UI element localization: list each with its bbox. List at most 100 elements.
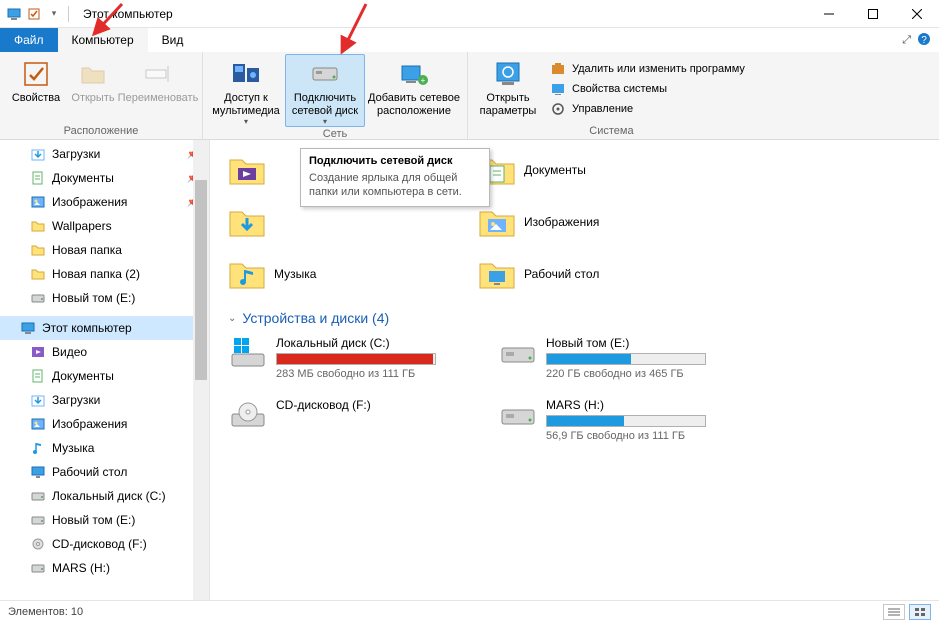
drive-item[interactable]: MARS (H:)56,9 ГБ свободно из 111 ГБ [498, 394, 738, 452]
navitem[interactable]: Рабочий стол [0, 460, 209, 484]
manage-icon [550, 101, 566, 117]
navitem[interactable]: Изображения📌 [0, 190, 209, 214]
folder-icon [30, 242, 46, 258]
picture-folder-icon [478, 203, 516, 241]
close-button[interactable] [895, 0, 939, 28]
map-network-drive-button[interactable]: Подключить сетевой диск ▾ [285, 54, 365, 127]
properties-button[interactable]: Свойства [4, 54, 68, 124]
drive-name: Локальный диск (C:) [276, 336, 466, 350]
drive-item[interactable]: Локальный диск (C:)283 МБ свободно из 11… [228, 332, 468, 390]
navitem[interactable]: Новый том (E:) [0, 286, 209, 310]
section-header-drives[interactable]: ⌄ Устройства и диски (4) [228, 306, 931, 332]
system-properties-button[interactable]: Свойства системы [544, 79, 751, 99]
navitem[interactable]: Новый том (E:) [0, 508, 209, 532]
map-drive-label: Подключить сетевой диск [287, 92, 363, 117]
navitem[interactable]: MARS (H:) [0, 556, 209, 580]
add-network-location-button[interactable]: + Добавить сетевое расположение [365, 54, 463, 127]
navitem[interactable]: Загрузки [0, 388, 209, 412]
uninstall-program-button[interactable]: Удалить или изменить программу [544, 59, 751, 79]
drive-icon [30, 290, 46, 306]
navigation-pane[interactable]: Загрузки📌Документы📌Изображения📌 Wallpaper… [0, 140, 210, 600]
library-folder[interactable]: Рабочий стол [478, 248, 708, 300]
drive-icon [30, 488, 46, 504]
navitem-label: Локальный диск (C:) [52, 489, 166, 503]
section-label: Устройства и диски (4) [242, 310, 389, 326]
ribbon: Свойства Открыть Переименовать Расположе… [0, 52, 939, 140]
navitem[interactable]: Документы [0, 364, 209, 388]
scrollbar-thumb[interactable] [195, 180, 207, 380]
navitem[interactable]: Видео [0, 340, 209, 364]
annotation-arrow-file [88, 0, 128, 45]
ribbon-collapse-icon[interactable]: ⤢ [902, 34, 911, 47]
music-icon [30, 440, 46, 456]
navitem[interactable]: Музыка [0, 436, 209, 460]
navitem-label: Wallpapers [52, 219, 112, 233]
network-location-icon: + [398, 58, 430, 90]
group-label-location: Расположение [4, 124, 198, 139]
optical-drive-icon [230, 398, 266, 434]
navitem-label: Новая папка [52, 243, 122, 257]
maximize-button[interactable] [851, 0, 895, 28]
manage-button[interactable]: Управление [544, 99, 751, 119]
tooltip-body: Создание ярлыка для общей папки или комп… [309, 171, 481, 200]
rename-label: Переименовать [118, 92, 199, 105]
folder-label: Изображения [524, 215, 599, 229]
navitem-label: MARS (H:) [52, 561, 110, 575]
navitem[interactable]: Wallpapers [0, 214, 209, 238]
system-props-icon [550, 81, 566, 97]
navitem-this-pc[interactable]: Этот компьютер [0, 316, 209, 340]
drive-icon [30, 512, 46, 528]
nav-scrollbar[interactable] [193, 140, 209, 600]
status-bar: Элементов: 10 [0, 600, 939, 622]
chevron-down-icon[interactable]: ▾ [46, 6, 62, 22]
folder-label: Документы [524, 163, 586, 177]
optical-icon [30, 536, 46, 552]
folder-label: Рабочий стол [524, 267, 599, 281]
navitem-label: Новый том (E:) [52, 513, 135, 527]
uninstall-icon [550, 61, 566, 77]
svg-text:+: + [421, 76, 426, 85]
folder-icon [30, 218, 46, 234]
tab-view[interactable]: Вид [148, 28, 198, 52]
drive-name: Новый том (E:) [546, 336, 736, 350]
view-icons-button[interactable] [909, 604, 931, 620]
navitem-label: Документы [52, 369, 114, 383]
drive-status: 56,9 ГБ свободно из 111 ГБ [546, 430, 736, 442]
navitem[interactable]: Новая папка (2) [0, 262, 209, 286]
library-folder[interactable]: Изображения [478, 196, 708, 248]
drive-item[interactable]: Новый том (E:) 220 ГБ свободно из 465 ГБ [498, 332, 738, 390]
navitem[interactable]: Загрузки📌 [0, 142, 209, 166]
open-settings-button[interactable]: Открыть параметры [472, 54, 544, 124]
network-drive-icon [309, 58, 341, 90]
drive-status: 220 ГБ свободно из 465 ГБ [546, 368, 736, 380]
library-folder[interactable]: Музыка [228, 248, 458, 300]
title-bar: ▾ Этот компьютер [0, 0, 939, 28]
navitem[interactable]: Изображения [0, 412, 209, 436]
navitem[interactable]: CD-дисковод (F:) [0, 532, 209, 556]
media-access-button[interactable]: Доступ к мультимедиа ▾ [207, 54, 285, 127]
music-folder-icon [228, 255, 266, 293]
navitem-label: Новый том (E:) [52, 291, 135, 305]
settings-icon [492, 58, 524, 90]
open-settings-label: Открыть параметры [474, 92, 542, 117]
video-icon [30, 344, 46, 360]
hdd-drive-icon [500, 336, 536, 372]
drive-item[interactable]: CD-дисковод (F:) [228, 394, 468, 452]
library-folder[interactable]: Документы [478, 144, 708, 196]
download-icon [30, 146, 46, 162]
view-details-button[interactable] [883, 604, 905, 620]
tab-file[interactable]: Файл [0, 28, 58, 52]
navitem[interactable]: Локальный диск (C:) [0, 484, 209, 508]
navitem[interactable]: Новая папка [0, 238, 209, 262]
minimize-button[interactable] [807, 0, 851, 28]
group-label-system: Система [472, 124, 751, 139]
document-icon [30, 170, 46, 186]
folder-label: Музыка [274, 267, 316, 281]
navitem-label: Этот компьютер [42, 321, 132, 335]
help-icon[interactable]: ? [917, 32, 931, 49]
properties-label: Свойства [12, 92, 60, 105]
navitem[interactable]: Документы📌 [0, 166, 209, 190]
tooltip-title: Подключить сетевой диск [309, 155, 481, 167]
capacity-bar [546, 415, 706, 427]
properties-qat-icon[interactable] [26, 6, 42, 22]
